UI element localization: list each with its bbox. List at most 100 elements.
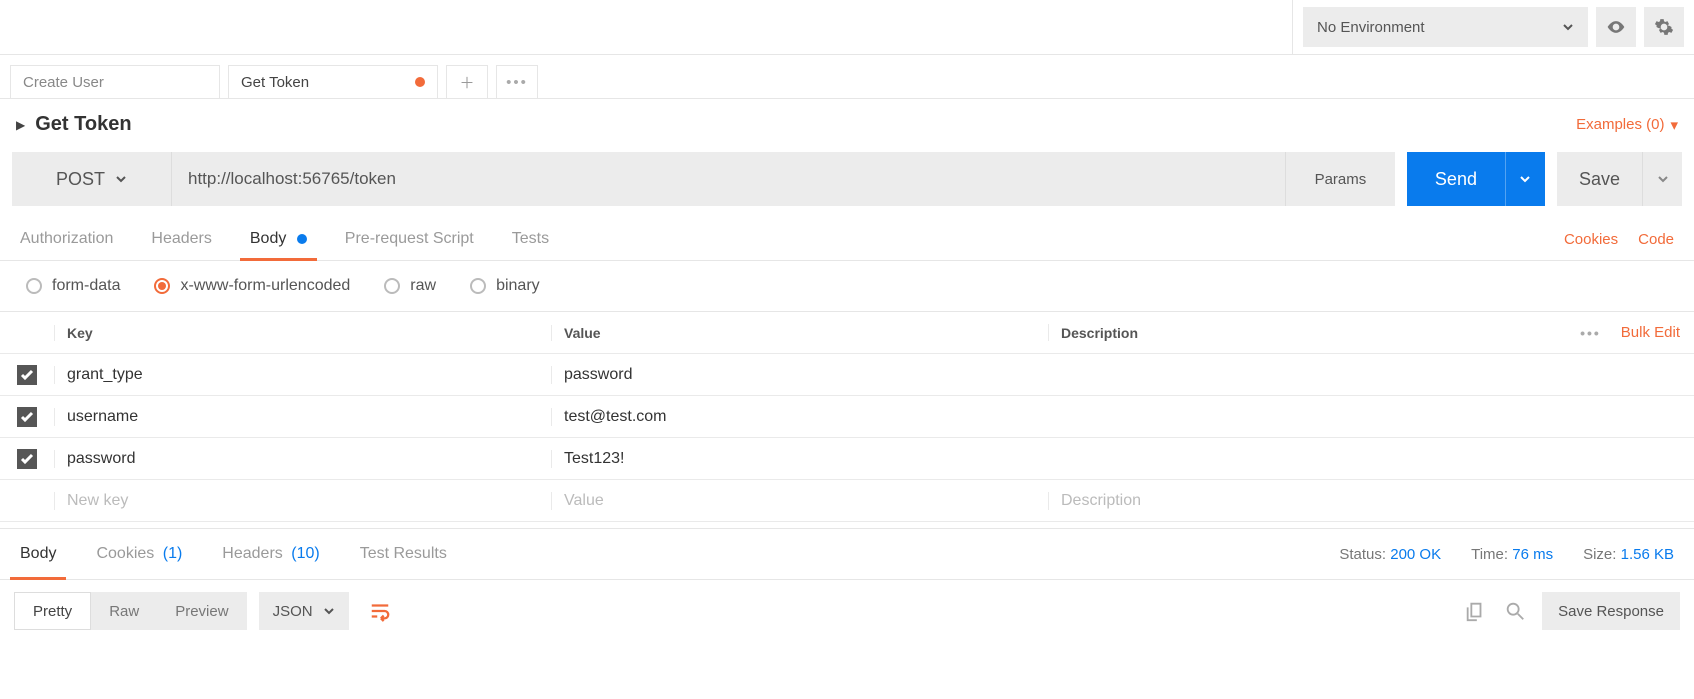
kv-key-cell[interactable]: password [54,450,551,468]
subtab-headers[interactable]: Headers [151,218,211,260]
kv-header-key: Key [54,325,551,341]
subtab-prerequest[interactable]: Pre-request Script [345,218,474,260]
environment-selector[interactable]: No Environment [1303,7,1588,47]
kv-row: password Test123! [0,438,1694,480]
resp-tab-headers[interactable]: Headers (10) [222,529,319,579]
search-icon [1504,600,1526,622]
view-pretty[interactable]: Pretty [14,592,91,630]
radio-icon [470,278,486,294]
settings-button[interactable] [1644,7,1684,47]
url-input[interactable] [172,152,1285,206]
radio-icon [384,278,400,294]
time-value: 76 ms [1512,546,1553,563]
status-value: 200 OK [1390,546,1441,563]
response-format-selector[interactable]: JSON [259,592,349,630]
body-type-binary[interactable]: binary [470,277,540,295]
body-type-raw[interactable]: raw [384,277,436,295]
size-value: 1.56 KB [1621,546,1674,563]
body-indicator-dot-icon [297,234,307,244]
kv-row: grant_type password [0,354,1694,396]
save-label: Save [1579,169,1620,190]
kv-header-row: Key Value Description ••• Bulk Edit [0,312,1694,354]
check-icon [20,452,34,466]
new-tab-button[interactable]: ＋ [446,65,488,98]
response-view-switcher: Pretty Raw Preview [14,592,247,630]
wrap-icon [369,600,391,622]
examples-label: Examples (0) [1576,116,1664,133]
radio-icon [26,278,42,294]
resp-tab-test-results[interactable]: Test Results [360,529,447,579]
view-preview[interactable]: Preview [157,592,246,630]
http-method-selector[interactable]: POST [12,152,172,206]
chevron-down-icon [1562,21,1574,33]
cookies-link[interactable]: Cookies [1564,231,1618,248]
row-checkbox[interactable] [17,365,37,385]
radio-label: form-data [52,277,120,295]
bulk-edit-button[interactable]: Bulk Edit [1621,324,1680,341]
search-response-button[interactable] [1502,598,1528,624]
kv-value-cell[interactable]: Test123! [551,450,1048,468]
caret-down-icon: ▾ [1670,116,1678,134]
radio-label: binary [496,277,540,295]
save-response-button[interactable]: Save Response [1542,592,1680,630]
kv-value-cell[interactable]: password [551,366,1048,384]
body-type-urlencoded[interactable]: x-www-form-urlencoded [154,277,350,295]
radio-label: x-www-form-urlencoded [180,277,350,295]
chevron-down-icon [115,173,127,185]
unsaved-dot-icon [415,77,425,87]
kv-header-description: Description [1061,325,1138,341]
kv-key-input[interactable]: New key [54,492,551,510]
kv-key-cell[interactable]: grant_type [54,366,551,384]
view-raw[interactable]: Raw [91,592,157,630]
chevron-down-icon [1519,173,1531,185]
kv-options-button[interactable]: ••• [1580,325,1601,341]
resp-tab-body[interactable]: Body [20,529,56,579]
save-button[interactable]: Save [1557,152,1642,206]
time-label: Time: [1471,546,1508,563]
copy-response-button[interactable] [1462,598,1488,624]
row-checkbox[interactable] [17,449,37,469]
tab-create-user[interactable]: Create User [10,65,220,98]
topbar-spacer [0,0,1293,54]
row-checkbox[interactable] [17,407,37,427]
send-label: Send [1435,169,1477,190]
kv-desc-input[interactable]: Description [1048,492,1694,510]
subtab-body[interactable]: Body [250,218,307,260]
format-label: JSON [273,603,313,620]
http-method-label: POST [56,169,105,190]
check-icon [20,368,34,382]
size-label: Size: [1583,546,1616,563]
kv-key-cell[interactable]: username [54,408,551,426]
code-link[interactable]: Code [1638,231,1674,248]
kv-header-value: Value [551,325,1048,341]
request-tabs: Create User Get Token ＋ ••• [0,55,1694,99]
kv-value-cell[interactable]: test@test.com [551,408,1048,426]
wrap-lines-button[interactable] [361,592,399,630]
save-dropdown[interactable] [1642,152,1682,206]
resp-tab-cookies[interactable]: Cookies (1) [96,529,182,579]
send-dropdown[interactable] [1505,152,1545,206]
kv-value-input[interactable]: Value [551,492,1048,510]
params-button[interactable]: Params [1285,152,1395,206]
collapse-toggle[interactable]: ▶ [16,118,25,132]
status-label: Status: [1339,546,1386,563]
body-type-form-data[interactable]: form-data [26,277,120,295]
kv-row: username test@test.com [0,396,1694,438]
response-meta: Status: 200 OK Time: 76 ms Size: 1.56 KB [1339,546,1674,563]
subtab-authorization[interactable]: Authorization [20,218,113,260]
ellipsis-icon: ••• [506,74,528,91]
subtab-tests[interactable]: Tests [512,218,549,260]
resp-cookies-count: (1) [163,545,183,562]
radio-label: raw [410,277,436,295]
tab-get-token[interactable]: Get Token [228,65,438,98]
chevron-down-icon [323,605,335,617]
resp-tab-headers-label: Headers [222,545,282,562]
tab-label: Create User [23,74,104,91]
examples-dropdown[interactable]: Examples (0) ▾ [1576,116,1678,134]
eye-icon [1606,17,1626,37]
environment-label: No Environment [1317,19,1425,36]
radio-icon [154,278,170,294]
tab-actions-button[interactable]: ••• [496,65,538,98]
env-quicklook-button[interactable] [1596,7,1636,47]
send-button[interactable]: Send [1407,152,1505,206]
